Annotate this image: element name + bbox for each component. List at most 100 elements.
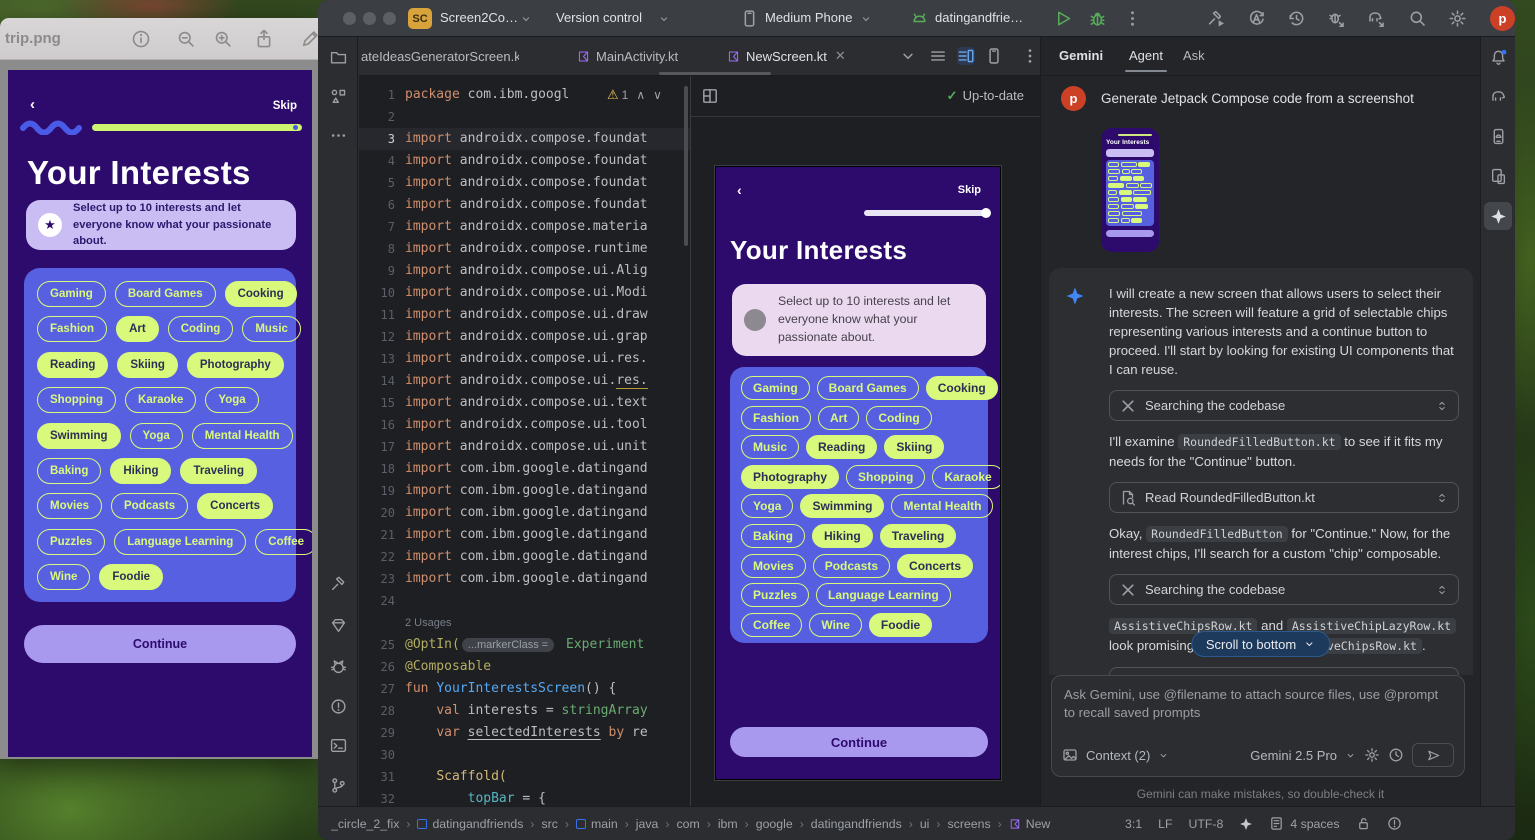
more-actions-icon[interactable]: [1123, 9, 1142, 28]
tool-call-read-file[interactable]: Read AssistiveChipsRow.kt: [1109, 667, 1459, 675]
tool-call-search-codebase[interactable]: Searching the codebase: [1109, 574, 1459, 605]
expand-chevrons-icon[interactable]: [1436, 491, 1448, 505]
breadcrumb-item[interactable]: java: [636, 817, 659, 831]
code-line[interactable]: 28 val interests = stringArray: [359, 700, 690, 722]
scroll-to-bottom-button[interactable]: Scroll to bottom: [1191, 631, 1330, 657]
tool-call-search-codebase[interactable]: Searching the codebase: [1109, 390, 1459, 421]
code-line[interactable]: 8import androidx.compose.runtime: [359, 238, 690, 260]
breadcrumb-item[interactable]: com: [676, 817, 699, 831]
prev-problem-icon[interactable]: ∧: [636, 88, 645, 102]
code-line[interactable]: 16import androidx.compose.ui.tool: [359, 414, 690, 436]
code-line[interactable]: 18import com.ibm.google.datingand: [359, 458, 690, 480]
model-selector[interactable]: Gemini 2.5 Pro: [1250, 748, 1337, 763]
code-line[interactable]: 31 Scaffold(: [359, 766, 690, 788]
code-line[interactable]: 19import com.ibm.google.datingand: [359, 480, 690, 502]
zoom-in-icon[interactable]: [213, 29, 233, 49]
preview-titlebar[interactable]: trip.png: [0, 18, 318, 60]
code-line[interactable]: 6import androidx.compose.foundat: [359, 194, 690, 216]
profiler-icon[interactable]: [1247, 9, 1266, 28]
notifications-icon[interactable]: [1484, 43, 1512, 71]
close-window-button[interactable]: [343, 12, 356, 25]
project-tool-icon[interactable]: [324, 43, 352, 71]
tab-dateideasgeneratorscreen[interactable]: ateIdeasGeneratorScreen.kt: [361, 37, 519, 75]
breadcrumb-item[interactable]: main: [576, 817, 618, 831]
tab-agent[interactable]: Agent: [1129, 48, 1163, 63]
gemini-tool-icon[interactable]: [1484, 202, 1512, 230]
next-problem-icon[interactable]: ∨: [653, 88, 662, 102]
code-line[interactable]: 7import androidx.compose.materia: [359, 216, 690, 238]
attached-screenshot-thumbnail[interactable]: Your Interests: [1101, 128, 1159, 252]
inspections-status-icon[interactable]: [1387, 816, 1402, 831]
compose-preview-phone[interactable]: ‹ Skip Your Interests Select up to 10 in…: [715, 166, 1001, 780]
code-line[interactable]: 5import androidx.compose.foundat: [359, 172, 690, 194]
tab-scrollbar[interactable]: [659, 72, 771, 75]
tab-ask[interactable]: Ask: [1183, 48, 1205, 63]
gemini-settings-icon[interactable]: [1364, 747, 1380, 763]
readonly-lock-icon[interactable]: [1356, 816, 1371, 831]
inspections-widget[interactable]: ⚠1 ∧ ∨: [607, 87, 662, 103]
split-editor-icon[interactable]: [957, 47, 975, 65]
code-line[interactable]: 26@Composable: [359, 656, 690, 678]
expand-chevrons-icon[interactable]: [1436, 399, 1448, 413]
app-quality-insights-icon[interactable]: [324, 652, 352, 680]
breadcrumb-item[interactable]: datingandfriends: [417, 817, 523, 831]
search-everywhere-icon[interactable]: [1408, 9, 1427, 28]
vcs-widget[interactable]: Version control: [556, 10, 642, 25]
code-line[interactable]: 17import androidx.compose.ui.unit: [359, 436, 690, 458]
code-line[interactable]: 32 topBar = {: [359, 788, 690, 806]
code-line[interactable]: 12import androidx.compose.ui.grap: [359, 326, 690, 348]
code-line[interactable]: 14import androidx.compose.ui.res.: [359, 370, 690, 392]
code-line[interactable]: 13import androidx.compose.ui.res.: [359, 348, 690, 370]
breadcrumb-item[interactable]: New: [1009, 817, 1051, 831]
version-control-tool-icon[interactable]: [324, 771, 352, 799]
code-line[interactable]: 11import androidx.compose.ui.draw: [359, 304, 690, 326]
tab-newscreen[interactable]: NewScreen.kt ✕: [727, 37, 846, 75]
code-lines[interactable]: 1package com.ibm.googl23import androidx.…: [359, 84, 690, 806]
line-ending[interactable]: LF: [1158, 817, 1172, 831]
edit-pencil-icon[interactable]: [300, 29, 318, 49]
zoom-window-button[interactable]: [383, 12, 396, 25]
history-icon[interactable]: [1388, 747, 1404, 763]
usages-hint[interactable]: 2 Usages: [405, 617, 451, 629]
breadcrumb-item[interactable]: screens: [948, 817, 991, 831]
more-tools-icon[interactable]: [324, 121, 352, 149]
device-selector[interactable]: Medium Phone: [765, 10, 852, 25]
editor-view-mode-icon[interactable]: [929, 47, 947, 65]
share-icon[interactable]: [254, 29, 274, 49]
code-line[interactable]: 9import androidx.compose.ui.Alig: [359, 260, 690, 282]
code-line[interactable]: 3import androidx.compose.foundat: [359, 128, 690, 150]
breadcrumb-item[interactable]: src: [542, 817, 558, 831]
dependencies-tool-icon[interactable]: [324, 611, 352, 639]
zoom-out-icon[interactable]: [176, 29, 196, 49]
running-devices-icon[interactable]: [1484, 162, 1512, 190]
close-tab-icon[interactable]: ✕: [835, 48, 846, 64]
gradle-tool-icon[interactable]: [1484, 82, 1512, 110]
code-line[interactable]: 24: [359, 590, 690, 612]
structure-tool-icon[interactable]: [324, 82, 352, 110]
code-line[interactable]: 2 Usages: [359, 612, 690, 634]
code-line[interactable]: 22import com.ibm.google.datingand: [359, 546, 690, 568]
gemini-chat-area[interactable]: p Generate Jetpack Compose code from a s…: [1041, 76, 1480, 675]
tab-mainactivity[interactable]: MainActivity.kt: [577, 37, 678, 75]
code-line[interactable]: 21import com.ibm.google.datingand: [359, 524, 690, 546]
breadcrumb-item[interactable]: google: [756, 817, 793, 831]
send-button[interactable]: [1412, 743, 1454, 767]
local-history-icon[interactable]: [1287, 9, 1306, 28]
project-selector[interactable]: Screen2Co…: [440, 10, 518, 25]
gemini-prompt-input[interactable]: Ask Gemini, use @filename to attach sour…: [1051, 675, 1465, 777]
info-icon[interactable]: [131, 29, 151, 49]
expand-chevrons-icon[interactable]: [1436, 583, 1448, 597]
caret-position[interactable]: 3:1: [1125, 817, 1142, 831]
run-button[interactable]: [1054, 9, 1073, 28]
code-line[interactable]: 10import androidx.compose.ui.Modi: [359, 282, 690, 304]
settings-gear-icon[interactable]: [1448, 9, 1467, 28]
code-line[interactable]: 30: [359, 744, 690, 766]
code-line[interactable]: 25@OptIn(...markerClass = Experiment: [359, 634, 690, 656]
breadcrumb-item[interactable]: _circle_2_fix: [331, 817, 399, 831]
code-editor[interactable]: 1package com.ibm.googl23import androidx.…: [359, 76, 690, 806]
editor-options-kebab-icon[interactable]: [1021, 47, 1039, 65]
run-configuration-selector[interactable]: datingandfrie…: [935, 10, 1023, 25]
code-line[interactable]: 15import androidx.compose.ui.text: [359, 392, 690, 414]
tab-list-chevron-icon[interactable]: [899, 47, 917, 65]
tool-call-read-file[interactable]: Read RoundedFilledButton.kt: [1109, 482, 1459, 513]
